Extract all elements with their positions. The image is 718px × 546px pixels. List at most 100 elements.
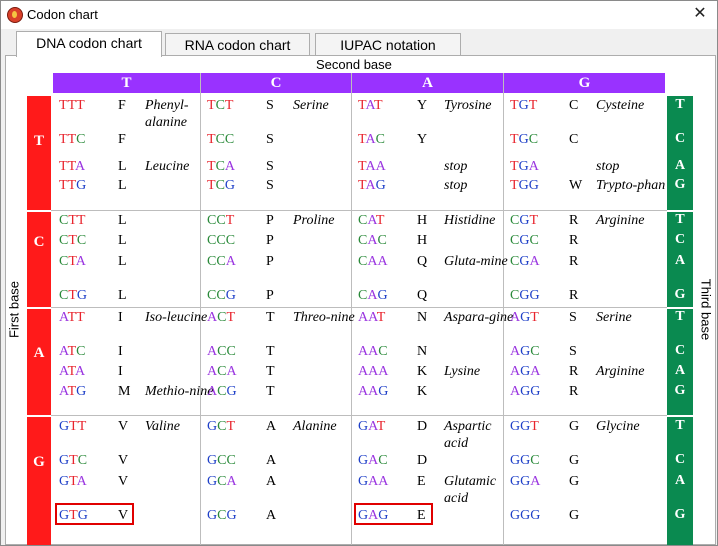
amino-acid-letter: V bbox=[118, 453, 129, 468]
amino-acid-name: Gluta-mine bbox=[444, 254, 508, 269]
app-icon bbox=[7, 7, 23, 23]
codon-aag: AAG bbox=[358, 384, 389, 399]
codon-cgc: CGC bbox=[510, 233, 539, 248]
third-base-letter-c: C bbox=[674, 343, 686, 358]
codon-tgt: TGT bbox=[510, 98, 538, 113]
amino-acid-name: stop bbox=[444, 178, 468, 193]
codon-atc: ATC bbox=[59, 344, 86, 359]
codon-tta: TTA bbox=[59, 159, 86, 174]
amino-acid-letter: S bbox=[266, 132, 274, 147]
amino-acid-letter: W bbox=[569, 178, 583, 193]
codon-tct: TCT bbox=[207, 98, 234, 113]
amino-acid-letter: S bbox=[266, 178, 274, 193]
amino-acid-letter: A bbox=[266, 474, 277, 489]
third-base-letter-c: C bbox=[674, 232, 686, 247]
codon-aaa: AAA bbox=[358, 364, 389, 379]
third-base-column-t: T CAG bbox=[667, 96, 693, 210]
codon-cga: CGA bbox=[510, 254, 540, 269]
highlight-box[interactable] bbox=[354, 503, 433, 525]
amino-acid-name: Leucine bbox=[145, 159, 190, 174]
amino-acid-letter: I bbox=[118, 310, 123, 325]
codon-cac: CAC bbox=[358, 233, 387, 248]
amino-acid-letter: R bbox=[569, 364, 579, 379]
third-base-column-c: TCA G bbox=[667, 212, 693, 307]
first-base-header-t: T bbox=[27, 96, 51, 210]
amino-acid-letter: E bbox=[417, 474, 426, 489]
codon-gac: GAC bbox=[358, 453, 388, 468]
amino-acid-name: Trypto-phan bbox=[596, 178, 666, 193]
amino-acid-name: Alanine bbox=[293, 419, 337, 434]
first-base-header-c: C bbox=[27, 212, 51, 307]
second-base-header-t: T bbox=[53, 73, 200, 93]
amino-acid-letter: Y bbox=[417, 98, 428, 113]
third-base-letter-t: T bbox=[675, 97, 685, 112]
amino-acid-letter: S bbox=[569, 344, 577, 359]
amino-acid-letter: I bbox=[118, 344, 123, 359]
amino-acid-letter: I bbox=[118, 364, 123, 379]
codon-aat: AAT bbox=[358, 310, 386, 325]
amino-acid-letter: P bbox=[266, 288, 274, 303]
amino-acid-letter: S bbox=[266, 98, 274, 113]
first-base-label: First base bbox=[6, 280, 22, 339]
amino-acid-letter: S bbox=[266, 159, 274, 174]
codon-cgg: CGG bbox=[510, 288, 540, 303]
amino-acid-letter: F bbox=[118, 132, 126, 147]
amino-acid-letter: A bbox=[266, 419, 277, 434]
codon-cca: CCA bbox=[207, 254, 236, 269]
codon-gaa: GAA bbox=[358, 474, 389, 489]
third-base-column-g: T CA G bbox=[667, 417, 693, 545]
amino-acid-name: Cysteine bbox=[596, 98, 645, 113]
grid-hline bbox=[51, 307, 667, 308]
amino-acid-letter: A bbox=[266, 508, 277, 523]
codon-ctt: CTT bbox=[59, 213, 86, 228]
codon-cag: CAG bbox=[358, 288, 388, 303]
third-base-column-a: T CAG bbox=[667, 309, 693, 415]
amino-acid-letter: H bbox=[417, 233, 428, 248]
amino-acid-letter: M bbox=[118, 384, 131, 399]
amino-acid-name: Serine bbox=[293, 98, 329, 113]
codon-aga: AGA bbox=[510, 364, 541, 379]
amino-acid-letter: P bbox=[266, 233, 274, 248]
third-base-letter-t: T bbox=[675, 212, 685, 227]
codon-chart-window: Codon chart ✕ DNA codon chart RNA codon … bbox=[0, 0, 718, 546]
first-base-letter: T bbox=[33, 133, 44, 149]
close-button[interactable]: ✕ bbox=[689, 4, 711, 24]
tab-rna-codon-chart[interactable]: RNA codon chart bbox=[165, 33, 310, 56]
amino-acid-name: Tyrosine bbox=[444, 98, 492, 113]
third-base-label: Third base bbox=[698, 278, 714, 341]
codon-gat: GAT bbox=[358, 419, 386, 434]
tab-iupac-notation[interactable]: IUPAC notation bbox=[315, 33, 461, 56]
amino-acid-name: Aspartic acid bbox=[444, 419, 492, 451]
amino-acid-name: Iso-leucine bbox=[145, 310, 208, 325]
codon-ggt: GGT bbox=[510, 419, 539, 434]
amino-acid-letter: R bbox=[569, 254, 579, 269]
amino-acid-letter: Q bbox=[417, 254, 428, 269]
codon-att: ATT bbox=[59, 310, 85, 325]
amino-acid-letter: G bbox=[569, 453, 580, 468]
codon-acg: ACG bbox=[207, 384, 237, 399]
amino-acid-letter: H bbox=[417, 213, 428, 228]
codon-ttt: TTT bbox=[59, 98, 85, 113]
title-bar: Codon chart ✕ bbox=[1, 1, 717, 29]
amino-acid-name: Glycine bbox=[596, 419, 640, 434]
grid-hline bbox=[51, 210, 667, 211]
codon-caa: CAA bbox=[358, 254, 388, 269]
tab-dna-codon-chart[interactable]: DNA codon chart bbox=[16, 31, 162, 57]
codon-gga: GGA bbox=[510, 474, 541, 489]
third-base-letter-a: A bbox=[674, 253, 686, 268]
amino-acid-name: Methio-nine bbox=[145, 384, 214, 399]
amino-acid-letter: P bbox=[266, 254, 274, 269]
codon-ctg: CTG bbox=[59, 288, 88, 303]
third-base-letter-g: G bbox=[674, 383, 686, 398]
codon-gcc: GCC bbox=[207, 453, 236, 468]
amino-acid-name: Glutamic acid bbox=[444, 474, 497, 506]
third-base-letter-g: G bbox=[674, 507, 686, 522]
amino-acid-letter: G bbox=[569, 474, 580, 489]
first-base-letter: C bbox=[33, 234, 45, 250]
amino-acid-name: Threo-nine bbox=[293, 310, 355, 325]
amino-acid-letter: C bbox=[569, 132, 579, 147]
codon-ata: ATA bbox=[59, 364, 86, 379]
highlight-box[interactable] bbox=[55, 503, 134, 525]
window-title: Codon chart bbox=[27, 7, 98, 22]
codon-tgg: TGG bbox=[510, 178, 539, 193]
